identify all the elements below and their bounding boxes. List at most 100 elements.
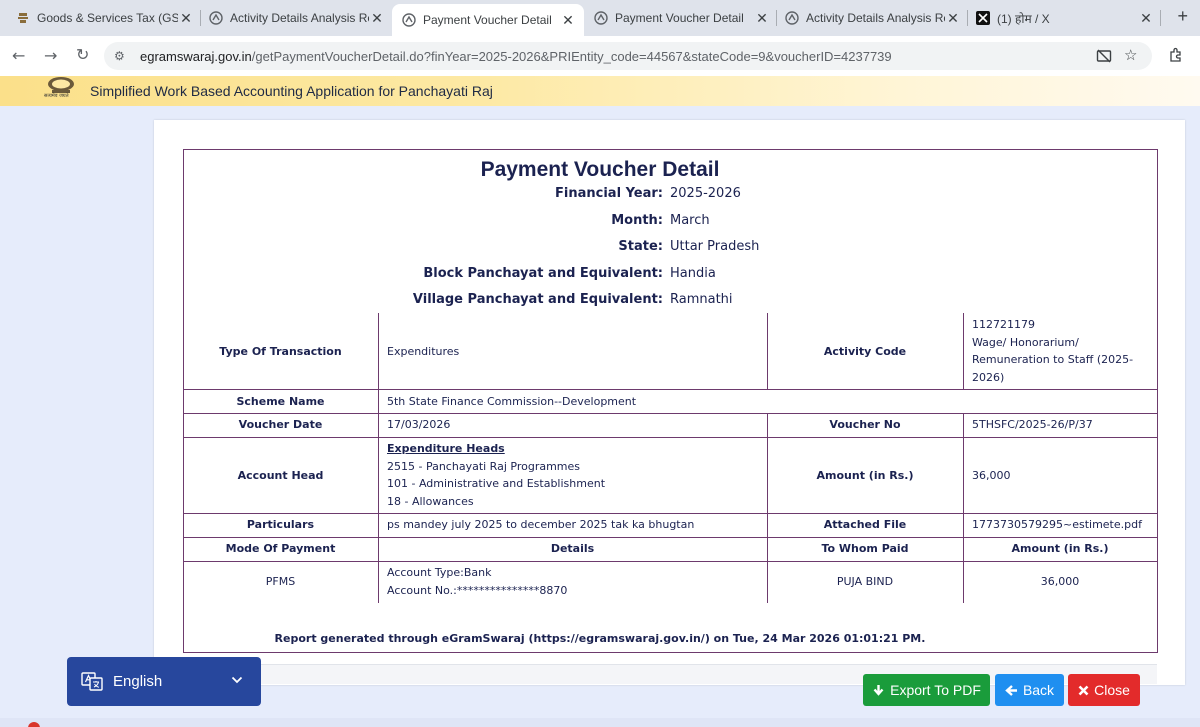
globe-icon	[402, 13, 416, 27]
account-head-line: 18 - Allowances	[387, 494, 474, 508]
reload-icon[interactable]: ↻	[76, 45, 89, 64]
scheme-name-label: Scheme Name	[236, 395, 325, 408]
browser-tab-voucher-active[interactable]: Payment Voucher Detail ✕	[392, 4, 584, 36]
globe-icon	[594, 11, 608, 25]
notification-dot-icon	[28, 722, 40, 727]
close-tab-icon[interactable]: ✕	[369, 10, 385, 27]
activity-code-line: Wage/ Honorarium/	[972, 335, 1079, 349]
amount-value: 36,000	[972, 469, 1011, 482]
close-label: Close	[1094, 682, 1130, 698]
tab-title: Goods & Services Tax (GST)	[37, 11, 178, 25]
x-logo-icon	[976, 11, 990, 25]
account-head-line: 2515 - Panchayati Raj Programmes	[387, 459, 581, 473]
meta-label: Village Panchayat and Equivalent:	[412, 292, 663, 307]
url-host: egramswaraj.gov.in	[140, 49, 252, 64]
close-tab-icon[interactable]: ✕	[945, 10, 961, 27]
tab-separator	[967, 10, 968, 26]
close-tab-icon[interactable]: ✕	[1138, 10, 1154, 27]
particulars-value: ps mandey july 2025 to december 2025 tak…	[387, 518, 695, 531]
browser-tab-activity-2[interactable]: Activity Details Analysis Rep ✕	[785, 6, 961, 30]
browser-tab-voucher-2[interactable]: Payment Voucher Detail ✕	[594, 6, 770, 30]
bookmark-star-icon[interactable]: ☆	[1124, 46, 1137, 64]
tab-title: Activity Details Analysis Rep	[230, 11, 369, 25]
cast-blocked-icon[interactable]	[1096, 48, 1112, 64]
close-button[interactable]: Close	[1068, 674, 1140, 706]
close-tab-icon[interactable]: ✕	[178, 10, 194, 27]
browser-tab-bar: Goods & Services Tax (GST) ✕ Activity De…	[0, 0, 1200, 36]
attached-file-link[interactable]: 1773730579295~estimete.pdf	[972, 516, 1156, 534]
back-button[interactable]: Back	[995, 674, 1064, 706]
meta-value: 2025-2026	[670, 186, 741, 201]
url-path: /getPaymentVoucherDetail.do?finYear=2025…	[251, 49, 892, 64]
payment-detail-line: Account Type:Bank	[387, 566, 492, 579]
globe-icon	[785, 11, 799, 25]
table-rule	[378, 561, 379, 603]
download-arrow-icon	[873, 684, 884, 696]
table-rule	[183, 561, 1158, 562]
table-rule	[963, 313, 964, 389]
tab-title: Activity Details Analysis Rep	[806, 11, 945, 25]
payment-details-value: Account Type:Bank Account No.:**********…	[387, 564, 762, 599]
tab-title: Payment Voucher Detail	[615, 11, 744, 25]
table-rule	[183, 413, 1158, 414]
particulars-label: Particulars	[246, 518, 315, 531]
activity-code-line: 112721179	[972, 318, 1035, 331]
type-of-transaction-value: Expenditures	[387, 345, 460, 358]
language-selector[interactable]: English	[67, 657, 261, 706]
table-rule	[963, 413, 964, 561]
payment-header-amount: Amount (in Rs.)	[1011, 542, 1109, 555]
forward-arrow-icon[interactable]: →	[44, 46, 57, 65]
browser-tab-activity-1[interactable]: Activity Details Analysis Rep ✕	[209, 6, 385, 30]
meta-label: Financial Year:	[555, 186, 663, 201]
meta-value: Ramnathi	[670, 292, 733, 307]
export-pdf-label: Export To PDF	[890, 682, 981, 698]
translate-icon	[81, 672, 103, 691]
url-text[interactable]: egramswaraj.gov.in/getPaymentVoucherDeta…	[140, 49, 892, 64]
tab-separator	[1160, 10, 1161, 26]
extensions-icon[interactable]	[1168, 47, 1184, 63]
activity-code-line: Remuneration to Staff (2025-	[972, 353, 1134, 366]
export-pdf-button[interactable]: Export To PDF	[863, 674, 990, 706]
chevron-down-icon	[231, 676, 243, 684]
voucher-no-value: 5THSFC/2025-26/P/37	[972, 418, 1093, 431]
new-tab-icon[interactable]: +	[1177, 6, 1188, 27]
account-head-line: 101 - Administrative and Establishment	[387, 477, 606, 490]
amount-label: Amount (in Rs.)	[816, 469, 914, 482]
payment-header-details: Details	[550, 542, 595, 555]
payment-detail-line: Account No.:***************8870	[387, 583, 568, 597]
attached-file-label: Attached File	[823, 518, 907, 531]
emblem-caption: सत्यमेव जयते	[44, 93, 69, 99]
emblem-icon	[18, 13, 28, 23]
browser-tab-x[interactable]: (1) होम / X ✕	[976, 6, 1154, 30]
payee-value: PUJA BIND	[836, 575, 894, 588]
site-subtitle: Simplified Work Based Accounting Applica…	[90, 83, 493, 99]
table-rule	[767, 413, 768, 561]
arrow-left-icon	[1005, 684, 1017, 696]
type-of-transaction-label: Type Of Transaction	[219, 345, 342, 358]
tab-separator	[776, 10, 777, 26]
table-rule	[378, 313, 379, 389]
payment-amount-value: 36,000	[1040, 575, 1080, 588]
meta-value: Handia	[670, 266, 716, 281]
meta-label: Block Panchayat and Equivalent:	[423, 266, 663, 281]
close-tab-icon[interactable]: ✕	[754, 10, 770, 27]
scheme-name-value: 5th State Finance Commission--Developmen…	[387, 395, 637, 408]
page-bottom-edge	[0, 718, 1200, 727]
voucher-title: Payment Voucher Detail	[480, 158, 720, 181]
voucher-no-label: Voucher No	[829, 418, 901, 431]
voucher-date-value: 17/03/2026	[387, 418, 451, 431]
back-arrow-icon[interactable]: ←	[12, 46, 25, 65]
table-rule	[378, 413, 379, 561]
table-rule	[183, 537, 1158, 538]
site-info-icon[interactable]: ⚙	[114, 49, 125, 63]
payment-header-to-whom: To Whom Paid	[821, 542, 909, 555]
account-head-label: Account Head	[237, 469, 324, 482]
table-rule	[183, 437, 1158, 438]
activity-code-label: Activity Code	[823, 345, 907, 358]
tab-separator	[200, 10, 201, 26]
close-tab-icon[interactable]: ✕	[560, 12, 576, 29]
account-head-value: Expenditure Heads 2515 - Panchayati Raj …	[387, 440, 762, 510]
meta-value: March	[670, 213, 710, 228]
browser-tab-gst[interactable]: Goods & Services Tax (GST) ✕	[16, 6, 194, 30]
meta-label: State:	[618, 239, 663, 254]
